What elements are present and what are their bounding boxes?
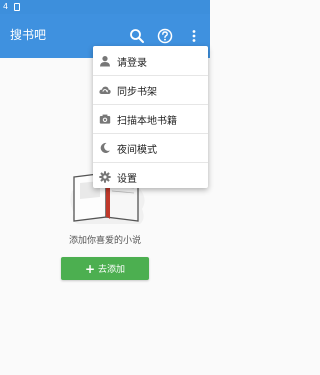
menu-item-sync-shelf-label: 同步书架 [117, 86, 157, 98]
menu-item-settings-label: 设置 [117, 173, 137, 185]
add-book-button-label: 去添加 [98, 265, 126, 275]
status-time: 4 [3, 2, 9, 11]
more-options-button[interactable] [183, 25, 205, 47]
camera-icon [99, 113, 111, 125]
menu-item-sync-shelf[interactable]: 同步书架 [93, 76, 208, 104]
add-book-button[interactable]: + 去添加 [61, 257, 149, 280]
app-title: 搜书吧 [10, 28, 47, 42]
menu-item-login[interactable]: 请登录 [93, 47, 208, 75]
empty-state-message: 添加你喜爱的小说 [68, 236, 141, 246]
search-button[interactable] [126, 25, 148, 47]
menu-item-scan-local-books-label: 扫描本地书籍 [117, 115, 177, 127]
moon-icon [99, 142, 111, 154]
cloud-sync-icon [99, 84, 111, 96]
menu-item-night-mode[interactable]: 夜间模式 [93, 134, 208, 162]
help-button[interactable] [154, 25, 176, 47]
menu-item-night-mode-label: 夜间模式 [117, 144, 157, 156]
help-icon [157, 28, 173, 44]
notification-icon [14, 3, 20, 11]
person-icon [99, 55, 111, 67]
menu-item-settings[interactable]: 设置 [93, 163, 208, 191]
menu-item-scan-local-books[interactable]: 扫描本地书籍 [93, 105, 208, 133]
menu-item-login-label: 请登录 [117, 57, 147, 69]
more-vert-icon [192, 30, 196, 42]
tab-indicator [32, 66, 44, 72]
search-icon [130, 29, 144, 43]
gear-icon [99, 171, 111, 183]
plus-icon: + [84, 261, 96, 276]
overflow-menu: 请登录 同步书架 扫描本地书籍 夜间模式 设置 [93, 46, 208, 188]
status-bar: 4 [0, 0, 210, 14]
